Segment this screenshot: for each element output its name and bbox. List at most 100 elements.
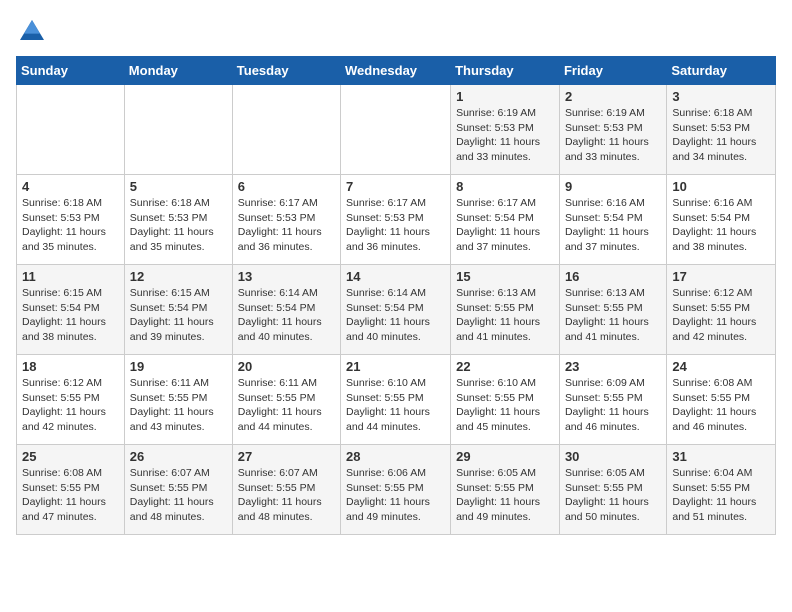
day-cell: 16Sunrise: 6:13 AM Sunset: 5:55 PM Dayli… [559,265,666,355]
day-cell: 11 Sunrise: 6:15 AM Sunset: 5:54 PM Dayli… [17,265,125,355]
week-row-3: 11 Sunrise: 6:15 AM Sunset: 5:54 PM Dayli… [17,265,776,355]
day-number: 4 [22,179,119,194]
header-wednesday: Wednesday [341,57,451,85]
day-info: Sunrise: 6:12 AM Sunset: 5:55 PM Dayligh… [22,376,119,435]
day-number: 18 [22,359,119,374]
day-cell [341,85,451,175]
day-number: 27 [238,449,335,464]
day-number: 26 [130,449,227,464]
calendar-header-row: SundayMondayTuesdayWednesdayThursdayFrid… [17,57,776,85]
day-cell: 18 Sunrise: 6:12 AM Sunset: 5:55 PM Dayli… [17,355,125,445]
day-number: 10 [672,179,770,194]
day-info: Sunrise: 6:07 AM Sunset: 5:55 PM Dayligh… [130,466,227,525]
day-info: Sunrise: 6:14 AM Sunset: 5:54 PM Dayligh… [238,286,335,345]
day-number: 16 [565,269,661,284]
day-cell: 25 Sunrise: 6:08 AM Sunset: 5:55 PM Dayli… [17,445,125,535]
day-info: Sunrise: 6:13 AM Sunset: 5:55 PM Dayligh… [456,286,554,345]
day-number: 1 [456,89,554,104]
day-number: 24 [672,359,770,374]
day-info: Sunrise: 6:15 AM Sunset: 5:54 PM Dayligh… [22,286,119,345]
day-cell [232,85,340,175]
day-info: Sunrise: 6:12 AM Sunset: 5:55 PM Dayligh… [672,286,770,345]
day-cell: 3 Sunrise: 6:18 AM Sunset: 5:53 PM Daylig… [667,85,776,175]
day-cell: 19 Sunrise: 6:11 AM Sunset: 5:55 PM Dayli… [124,355,232,445]
day-info: Sunrise: 6:17 AM Sunset: 5:54 PM Dayligh… [456,196,554,255]
day-number: 21 [346,359,445,374]
day-cell: 23Sunrise: 6:09 AM Sunset: 5:55 PM Dayli… [559,355,666,445]
day-cell: 12 Sunrise: 6:15 AM Sunset: 5:54 PM Dayli… [124,265,232,355]
day-cell: 31 Sunrise: 6:04 AM Sunset: 5:55 PM Dayli… [667,445,776,535]
day-cell: 22 Sunrise: 6:10 AM Sunset: 5:55 PM Dayli… [451,355,560,445]
day-info: Sunrise: 6:14 AM Sunset: 5:54 PM Dayligh… [346,286,445,345]
day-info: Sunrise: 6:04 AM Sunset: 5:55 PM Dayligh… [672,466,770,525]
day-cell: 6 Sunrise: 6:17 AM Sunset: 5:53 PM Daylig… [232,175,340,265]
day-number: 20 [238,359,335,374]
day-number: 11 [22,269,119,284]
day-info: Sunrise: 6:17 AM Sunset: 5:53 PM Dayligh… [346,196,445,255]
header-tuesday: Tuesday [232,57,340,85]
day-info: Sunrise: 6:19 AM Sunset: 5:53 PM Dayligh… [565,106,661,165]
day-info: Sunrise: 6:11 AM Sunset: 5:55 PM Dayligh… [130,376,227,435]
day-cell: 1Sunrise: 6:19 AM Sunset: 5:53 PM Daylig… [451,85,560,175]
week-row-2: 4 Sunrise: 6:18 AM Sunset: 5:53 PM Daylig… [17,175,776,265]
day-info: Sunrise: 6:18 AM Sunset: 5:53 PM Dayligh… [22,196,119,255]
day-number: 29 [456,449,554,464]
header-monday: Monday [124,57,232,85]
day-number: 6 [238,179,335,194]
header-thursday: Thursday [451,57,560,85]
day-info: Sunrise: 6:10 AM Sunset: 5:55 PM Dayligh… [456,376,554,435]
day-info: Sunrise: 6:11 AM Sunset: 5:55 PM Dayligh… [238,376,335,435]
day-number: 31 [672,449,770,464]
day-info: Sunrise: 6:17 AM Sunset: 5:53 PM Dayligh… [238,196,335,255]
day-cell: 13 Sunrise: 6:14 AM Sunset: 5:54 PM Dayli… [232,265,340,355]
day-cell: 30 Sunrise: 6:05 AM Sunset: 5:55 PM Dayli… [559,445,666,535]
day-number: 15 [456,269,554,284]
week-row-4: 18 Sunrise: 6:12 AM Sunset: 5:55 PM Dayli… [17,355,776,445]
day-info: Sunrise: 6:18 AM Sunset: 5:53 PM Dayligh… [672,106,770,165]
day-info: Sunrise: 6:16 AM Sunset: 5:54 PM Dayligh… [565,196,661,255]
day-cell: 26 Sunrise: 6:07 AM Sunset: 5:55 PM Dayli… [124,445,232,535]
day-cell [17,85,125,175]
day-number: 3 [672,89,770,104]
week-row-5: 25 Sunrise: 6:08 AM Sunset: 5:55 PM Dayli… [17,445,776,535]
day-number: 25 [22,449,119,464]
day-cell: 20 Sunrise: 6:11 AM Sunset: 5:55 PM Dayli… [232,355,340,445]
day-info: Sunrise: 6:15 AM Sunset: 5:54 PM Dayligh… [130,286,227,345]
day-number: 13 [238,269,335,284]
day-number: 9 [565,179,661,194]
day-cell: 21 Sunrise: 6:10 AM Sunset: 5:55 PM Dayli… [341,355,451,445]
day-info: Sunrise: 6:05 AM Sunset: 5:55 PM Dayligh… [565,466,661,525]
week-row-1: 1 Sunrise: 6:19 AM Sunset: 5:53 PM Daylig… [17,85,776,175]
header-friday: Friday [559,57,666,85]
day-info: Sunrise: 6:05 AM Sunset: 5:55 PM Dayligh… [456,466,554,525]
day-info: Sunrise: 6:10 AM Sunset: 5:55 PM Dayligh… [346,376,445,435]
day-cell: 2 Sunrise: 6:19 AM Sunset: 5:53 PM Daylig… [559,85,666,175]
day-cell: 5 Sunrise: 6:18 AM Sunset: 5:53 PM Daylig… [124,175,232,265]
header-sunday: Sunday [17,57,125,85]
calendar-table: SundayMondayTuesdayWednesdayThursdayFrid… [16,56,776,535]
day-cell: 17Sunrise: 6:12 AM Sunset: 5:55 PM Dayli… [667,265,776,355]
day-cell: 29 Sunrise: 6:05 AM Sunset: 5:55 PM Dayli… [451,445,560,535]
day-cell: 10Sunrise: 6:16 AM Sunset: 5:54 PM Dayli… [667,175,776,265]
day-cell: 4 Sunrise: 6:18 AM Sunset: 5:53 PM Daylig… [17,175,125,265]
day-number: 2 [565,89,661,104]
day-cell: 28 Sunrise: 6:06 AM Sunset: 5:55 PM Dayli… [341,445,451,535]
day-cell: 7 Sunrise: 6:17 AM Sunset: 5:53 PM Daylig… [341,175,451,265]
day-number: 30 [565,449,661,464]
day-cell [124,85,232,175]
day-info: Sunrise: 6:08 AM Sunset: 5:55 PM Dayligh… [22,466,119,525]
day-cell: 9 Sunrise: 6:16 AM Sunset: 5:54 PM Daylig… [559,175,666,265]
day-number: 22 [456,359,554,374]
day-info: Sunrise: 6:06 AM Sunset: 5:55 PM Dayligh… [346,466,445,525]
day-info: Sunrise: 6:18 AM Sunset: 5:53 PM Dayligh… [130,196,227,255]
header-saturday: Saturday [667,57,776,85]
logo [16,16,52,48]
day-number: 28 [346,449,445,464]
day-number: 5 [130,179,227,194]
day-info: Sunrise: 6:07 AM Sunset: 5:55 PM Dayligh… [238,466,335,525]
day-number: 12 [130,269,227,284]
day-number: 23 [565,359,661,374]
logo-icon [16,16,48,48]
day-number: 19 [130,359,227,374]
day-number: 7 [346,179,445,194]
